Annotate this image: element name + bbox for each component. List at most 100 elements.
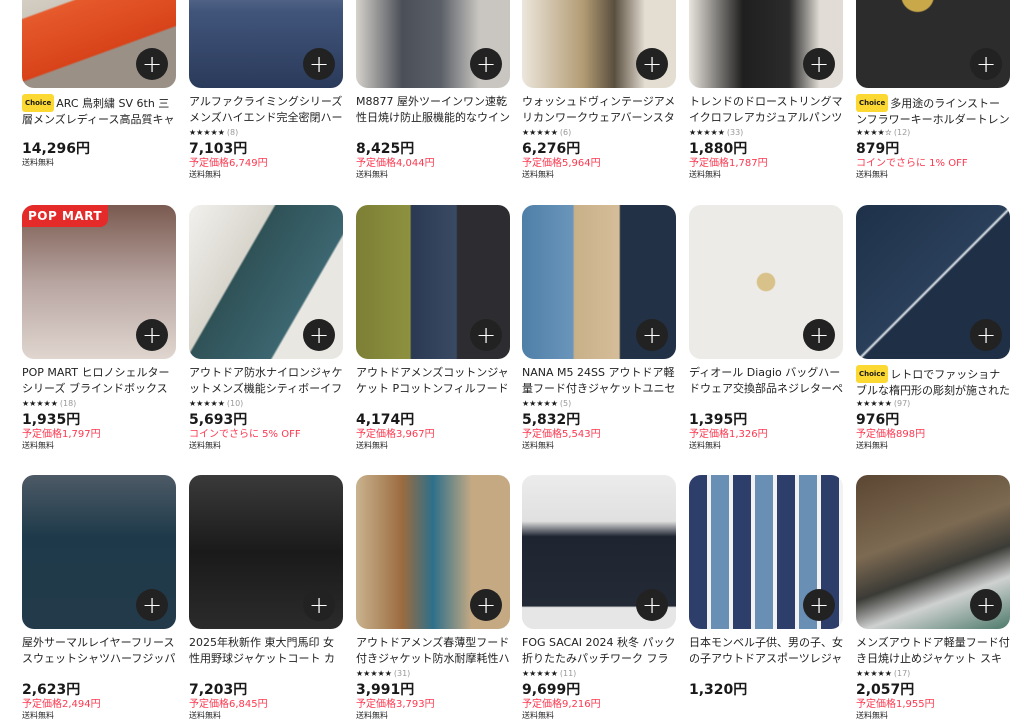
rating-count: (11) <box>559 669 577 678</box>
promo-price: 予定価格3,967円 <box>356 429 435 440</box>
rating <box>689 398 843 410</box>
product-title[interactable]: ChoiceARC 鳥刺繍 SV 6th 三層メンズレディース高品質キャンプコ… <box>22 94 176 126</box>
product-title[interactable]: アウトドアメンズコットンジャケット Pコットンフィルフード付き防風防水… <box>356 365 510 397</box>
shipping-label: 送料無料 <box>189 170 221 179</box>
product-image[interactable]: + <box>689 205 843 359</box>
add-to-cart-button[interactable]: + <box>970 48 1002 80</box>
product-title[interactable]: アルファクライミングシリーズメンズハイエンド完全密閉ハードシェルスキ… <box>189 94 343 126</box>
product-card[interactable]: + 日本モンベル子供、男の子、女の子アウトドアスポーツレジャー通気… 1,320円 <box>689 475 843 699</box>
add-to-cart-button[interactable]: + <box>803 589 835 621</box>
add-to-cart-button[interactable]: + <box>470 589 502 621</box>
product-card[interactable]: +Choice多用途のラインストーンフラワーキーホルダートレンディなメッセン…★… <box>856 0 1010 180</box>
product-card[interactable]: + M8877 屋外ツーインワン速乾性日焼け防止服機能的なウインド… 8,425円予… <box>356 0 510 180</box>
product-title-text: ウォッシュドヴィンテージアメリカンワークウェアバーンスタイルミドル丈ハ… <box>522 95 676 124</box>
product-card[interactable]: + アウトドアメンズコットンジャケット Pコットンフィルフード付き防風防水… 4,1… <box>356 205 510 451</box>
rating: ★★★★★ (5) <box>522 398 676 410</box>
add-to-cart-button[interactable]: + <box>136 319 168 351</box>
product-title-text: アウトドアメンズコットンジャケット Pコットンフィルフード付き防風防水… <box>356 366 509 395</box>
product-card[interactable]: +2025年秋新作 東大門馬印 女性用野球ジャケットコート カジュ… 7,203円… <box>189 475 343 721</box>
product-card[interactable]: + トレンドのドローストリングマイクロフレアカジュアルパンツ レディース 夏… ★★… <box>689 0 843 180</box>
product-card[interactable]: + アウトドアメンズ春薄型フード付きジャケット防水耐摩耗性ハイキング… ★★★★★(… <box>356 475 510 721</box>
product-image[interactable]: + <box>856 205 1010 359</box>
rating: ★★★★☆ (12) <box>856 127 1010 139</box>
product-card[interactable]: POP MART + POP MART ヒロノシェルターシリーズ ブラインドボックス… <box>22 205 176 451</box>
product-title[interactable]: Choiceレトロでファッショナブルな楕円形の彫刻が施されたラインスト… <box>856 365 1010 397</box>
product-image[interactable]: POP MART + <box>22 205 176 359</box>
price: 2,623円 <box>22 682 81 698</box>
add-to-cart-button[interactable]: + <box>803 319 835 351</box>
product-card[interactable]: + ChoiceARC 鳥刺繍 SV 6th 三層メンズレディース高品質キャンプコ… <box>22 0 176 168</box>
product-title[interactable]: NANA M5 24SS アウトドア軽量フード付きジャケットユニセックス春… <box>522 365 676 397</box>
add-to-cart-button[interactable]: + <box>636 589 668 621</box>
product-title[interactable]: 屋外サーマルレイヤーフリーススウェットシャツハーフジッパーワープテクス… <box>22 635 176 667</box>
plus-icon: + <box>475 591 497 619</box>
add-to-cart-button[interactable]: + <box>136 48 168 80</box>
product-image[interactable]: + <box>522 205 676 359</box>
product-title[interactable]: 2025年秋新作 東大門馬印 女性用野球ジャケットコート カジュ… <box>189 635 343 667</box>
rating <box>689 668 843 680</box>
brand-badge: POP MART <box>22 205 109 227</box>
product-card[interactable]: + FOG SACAI 2024 秋冬 パック折りたたみパッチワーク フライトジャ… <box>522 475 676 721</box>
product-card[interactable]: + ウォッシュドヴィンテージアメリカンワークウェアバーンスタイルミドル丈ハ… ★★★… <box>522 0 676 180</box>
product-title[interactable]: メンズアウトドア軽量フード付き日焼け止めジャケット スキン服 3D… <box>856 635 1010 667</box>
plus-icon: + <box>475 50 497 78</box>
product-image[interactable]: + <box>22 0 176 88</box>
add-to-cart-button[interactable]: + <box>470 319 502 351</box>
product-card[interactable]: + 屋外サーマルレイヤーフリーススウェットシャツハーフジッパーワープテクス… 2,6… <box>22 475 176 721</box>
product-card[interactable]: + アウトドア防水ナイロンジャケットメンズ機能シティボーイフリースジッ… ★★★★★… <box>189 205 343 451</box>
add-to-cart-button[interactable]: + <box>303 48 335 80</box>
product-image[interactable]: + <box>522 475 676 629</box>
product-title[interactable]: FOG SACAI 2024 秋冬 パック折りたたみパッチワーク フライトジャケ… <box>522 635 676 667</box>
product-title[interactable]: POP MART ヒロノシェルターシリーズ ブラインドボックス おもちゃ か… <box>22 365 176 397</box>
price: 976円 <box>856 412 900 428</box>
product-card[interactable]: +Choiceレトロでファッショナブルな楕円形の彫刻が施されたラインスト…★★★… <box>856 205 1010 451</box>
product-image[interactable]: + <box>689 475 843 629</box>
price: 7,203円 <box>189 682 248 698</box>
product-image[interactable]: + <box>189 475 343 629</box>
product-card[interactable]: + NANA M5 24SS アウトドア軽量フード付きジャケットユニセックス春… ★… <box>522 205 676 451</box>
plus-icon: + <box>308 591 330 619</box>
product-title[interactable]: M8877 屋外ツーインワン速乾性日焼け防止服機能的なウインド… <box>356 94 510 126</box>
product-image[interactable]: + <box>522 0 676 88</box>
shipping-label: 送料無料 <box>856 711 888 720</box>
rating <box>22 127 176 139</box>
product-title[interactable]: トレンドのドローストリングマイクロフレアカジュアルパンツ レディース 夏… <box>689 94 843 126</box>
product-image[interactable]: + <box>856 0 1010 88</box>
product-image[interactable]: + <box>189 205 343 359</box>
product-card[interactable]: + メンズアウトドア軽量フード付き日焼け止めジャケット スキン服 3D… ★★★★★… <box>856 475 1010 721</box>
product-image[interactable]: + <box>189 0 343 88</box>
product-title[interactable]: 日本モンベル子供、男の子、女の子アウトドアスポーツレジャー通気… <box>689 635 843 667</box>
add-to-cart-button[interactable]: + <box>136 589 168 621</box>
add-to-cart-button[interactable]: + <box>470 48 502 80</box>
shipping-label: 送料無料 <box>522 711 554 720</box>
product-title-text: アウトドア防水ナイロンジャケットメンズ機能シティボーイフリースジッ… <box>189 366 343 395</box>
product-image[interactable]: + <box>356 0 510 88</box>
add-to-cart-button[interactable]: + <box>303 319 335 351</box>
product-title[interactable]: アウトドア防水ナイロンジャケットメンズ機能シティボーイフリースジッ… <box>189 365 343 397</box>
star-icons: ★★★★★ <box>356 669 392 678</box>
price: 5,832円 <box>522 412 581 428</box>
product-image[interactable]: + <box>356 205 510 359</box>
add-to-cart-button[interactable]: + <box>303 589 335 621</box>
plus-icon: + <box>641 591 663 619</box>
product-image[interactable]: + <box>856 475 1010 629</box>
product-title[interactable]: Choice多用途のラインストーンフラワーキーホルダートレンディなメッセン… <box>856 94 1010 126</box>
product-title[interactable]: ディオール Diagio バッグハードウェア交換部品ネジレターペンダントア… <box>689 365 843 397</box>
add-to-cart-button[interactable]: + <box>636 319 668 351</box>
product-title[interactable]: アウトドアメンズ春薄型フード付きジャケット防水耐摩耗性ハイキング… <box>356 635 510 667</box>
add-to-cart-button[interactable]: + <box>803 48 835 80</box>
star-icons: ★★★★☆ <box>856 128 892 137</box>
add-to-cart-button[interactable]: + <box>970 589 1002 621</box>
plus-icon: + <box>141 50 163 78</box>
product-image[interactable]: + <box>356 475 510 629</box>
product-title[interactable]: ウォッシュドヴィンテージアメリカンワークウェアバーンスタイルミドル丈ハ… <box>522 94 676 126</box>
product-card[interactable]: + ディオール Diagio バッグハードウェア交換部品ネジレターペンダントア… 1… <box>689 205 843 451</box>
product-image[interactable]: + <box>22 475 176 629</box>
shipping-label: 送料無料 <box>22 158 54 167</box>
add-to-cart-button[interactable]: + <box>636 48 668 80</box>
plus-icon: + <box>475 321 497 349</box>
rating <box>22 668 176 680</box>
product-image[interactable]: + <box>689 0 843 88</box>
product-card[interactable]: + アルファクライミングシリーズメンズハイエンド完全密閉ハードシェルスキ… ★★★★… <box>189 0 343 180</box>
add-to-cart-button[interactable]: + <box>970 319 1002 351</box>
